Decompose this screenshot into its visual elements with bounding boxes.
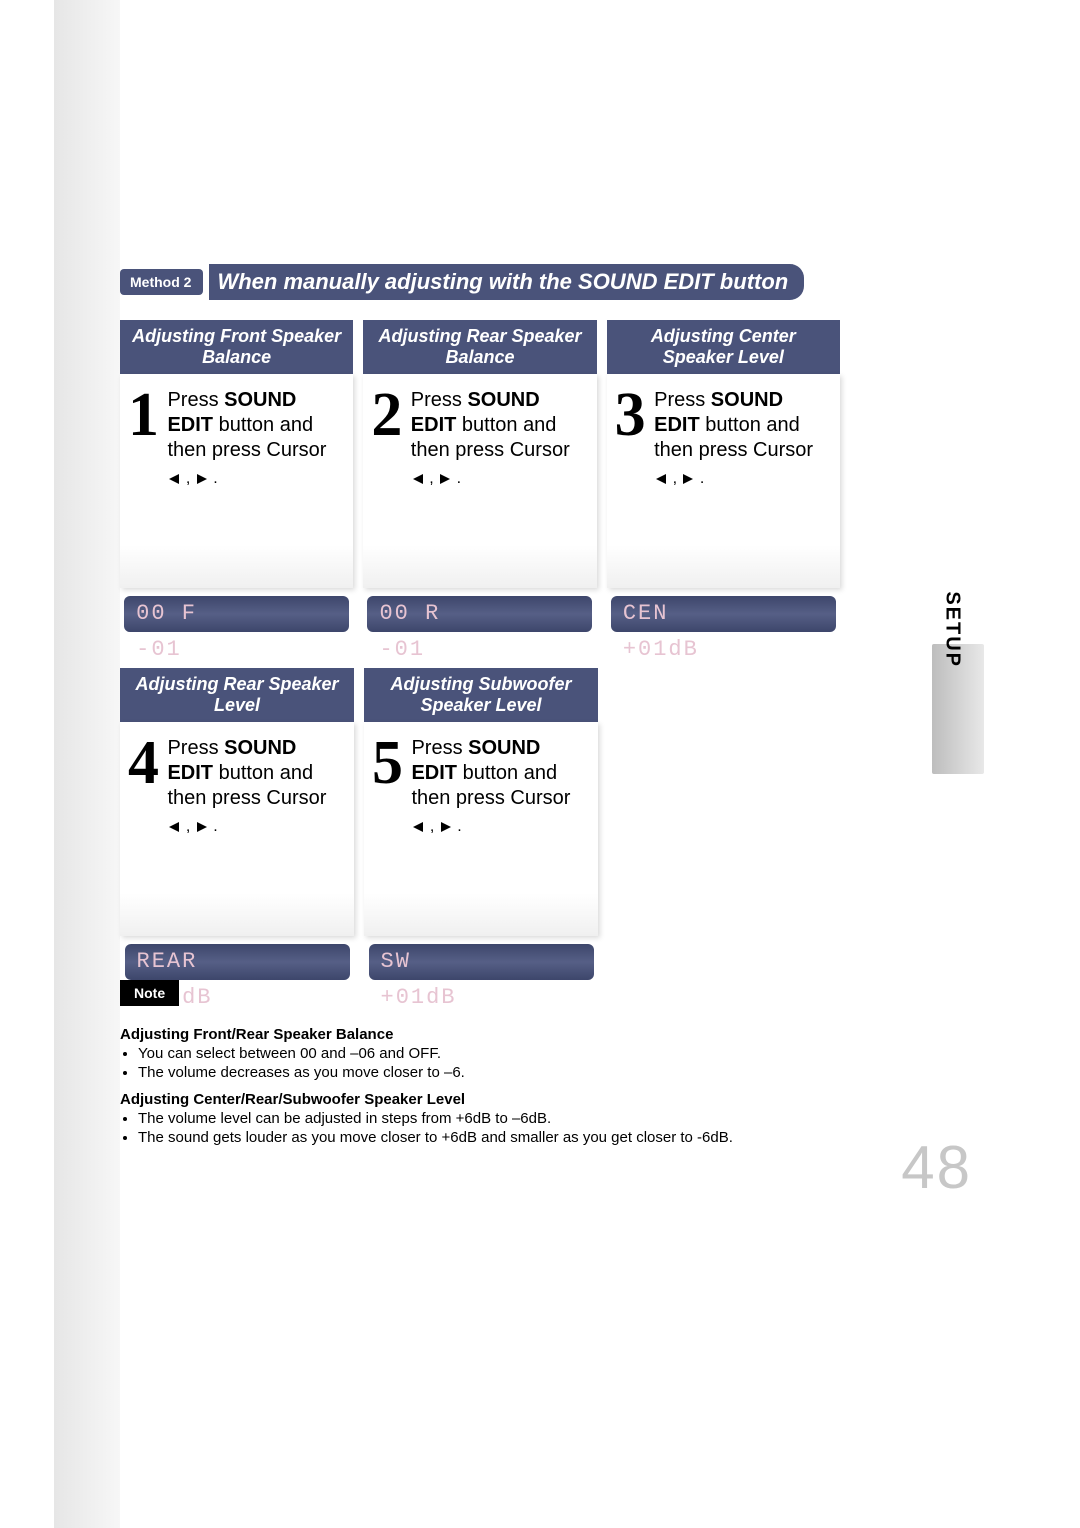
comma: , bbox=[429, 470, 438, 487]
note-heading-2: Adjusting Center/Rear/Subwoofer Speaker … bbox=[120, 1091, 900, 1108]
note-bullet: The sound gets louder as you move closer… bbox=[138, 1129, 900, 1146]
method-badge: Method 2 bbox=[120, 269, 203, 295]
cursor-suffix: . bbox=[700, 470, 704, 487]
step-number: 1 bbox=[128, 388, 159, 444]
cursor-suffix: . bbox=[457, 470, 461, 487]
step-number: 5 bbox=[372, 736, 403, 792]
cursor-left-icon bbox=[167, 473, 181, 485]
step-instruction: Press SOUNDEDIT button and then press Cu… bbox=[167, 388, 327, 490]
lcd-display: SW +01dB bbox=[369, 944, 594, 980]
cursor-arrows: , . bbox=[411, 817, 461, 837]
step-number: 3 bbox=[615, 388, 646, 444]
step-header: Adjusting Rear Speaker Balance bbox=[363, 320, 596, 374]
instr-bold-1: SOUND bbox=[468, 737, 540, 759]
display-right: -01 bbox=[379, 632, 467, 668]
steps-row-1: Adjusting Front Speaker Balance 1 Press … bbox=[120, 320, 840, 588]
cursor-right-icon bbox=[681, 473, 695, 485]
step-5: Adjusting Subwoofer Speaker Level 5 Pres… bbox=[364, 668, 598, 936]
instr-bold-1: SOUND bbox=[467, 389, 539, 411]
note-list-2: The volume level can be adjusted in step… bbox=[120, 1110, 900, 1146]
note-block: Note Adjusting Front/Rear Speaker Balanc… bbox=[120, 980, 900, 1156]
cursor-arrows: , . bbox=[167, 469, 217, 489]
note-label: Note bbox=[120, 980, 179, 1006]
cursor-left-icon bbox=[411, 821, 425, 833]
display-right: +01dB bbox=[623, 632, 711, 668]
step-2: Adjusting Rear Speaker Balance 2 Press S… bbox=[363, 320, 596, 588]
instr-bold-2: EDIT bbox=[654, 414, 700, 436]
steps-row-2: Adjusting Rear Speaker Level 4 Press SOU… bbox=[120, 668, 840, 936]
note-bullet: The volume decreases as you move closer … bbox=[138, 1064, 900, 1081]
cursor-left-icon bbox=[654, 473, 668, 485]
comma: , bbox=[430, 818, 439, 835]
display-left: CEN bbox=[623, 596, 728, 632]
step-4: Adjusting Rear Speaker Level 4 Press SOU… bbox=[120, 668, 354, 936]
instr-prefix: Press bbox=[411, 389, 468, 411]
instr-bold-1: SOUND bbox=[711, 389, 783, 411]
cursor-right-icon bbox=[438, 473, 452, 485]
cursor-suffix: . bbox=[457, 818, 461, 835]
section-tab-label: SETUP bbox=[941, 591, 964, 668]
step-body: 4 Press SOUNDEDIT button and then press … bbox=[120, 722, 354, 936]
instr-bold-2: EDIT bbox=[411, 414, 457, 436]
step-body: 5 Press SOUNDEDIT button and then press … bbox=[364, 722, 598, 936]
instr-prefix: Press bbox=[167, 737, 224, 759]
page-number: 48 bbox=[901, 1133, 972, 1202]
cursor-suffix: . bbox=[213, 470, 217, 487]
step-instruction: Press SOUNDEDIT button and then press Cu… bbox=[654, 388, 814, 490]
cursor-right-icon bbox=[439, 821, 453, 833]
step-number: 4 bbox=[128, 736, 159, 792]
manual-page: SETUP Method 2 When manually adjusting w… bbox=[0, 0, 1080, 1528]
step-header: Adjusting Center Speaker Level bbox=[607, 320, 840, 374]
cursor-arrows: , . bbox=[411, 469, 461, 489]
display-left: SW bbox=[381, 944, 486, 980]
step-1: Adjusting Front Speaker Balance 1 Press … bbox=[120, 320, 353, 588]
step-header: Adjusting Rear Speaker Level bbox=[120, 668, 354, 722]
step-instruction: Press SOUNDEDIT button and then press Cu… bbox=[167, 736, 327, 838]
comma: , bbox=[673, 470, 682, 487]
instr-prefix: Press bbox=[167, 389, 224, 411]
comma: , bbox=[186, 470, 195, 487]
display-left: REAR bbox=[137, 944, 242, 980]
cursor-right-icon bbox=[195, 821, 209, 833]
method-title: When manually adjusting with the SOUND E… bbox=[209, 264, 804, 300]
steps-container: Adjusting Front Speaker Balance 1 Press … bbox=[120, 320, 840, 976]
display-right: -01 bbox=[136, 632, 224, 668]
note-list-1: You can select between 00 and –06 and OF… bbox=[120, 1045, 900, 1081]
note-bullet: You can select between 00 and –06 and OF… bbox=[138, 1045, 900, 1062]
instr-bold-1: SOUND bbox=[224, 389, 296, 411]
step-header: Adjusting Front Speaker Balance bbox=[120, 320, 353, 374]
step-body: 2 Press SOUNDEDIT button and then press … bbox=[363, 374, 596, 588]
instr-prefix: Press bbox=[654, 389, 711, 411]
lcd-display: CEN +01dB bbox=[611, 596, 836, 632]
cursor-left-icon bbox=[411, 473, 425, 485]
comma: , bbox=[186, 818, 195, 835]
step-body: 1 Press SOUNDEDIT button and then press … bbox=[120, 374, 353, 588]
note-heading-1: Adjusting Front/Rear Speaker Balance bbox=[120, 1026, 900, 1043]
step-instruction: Press SOUNDEDIT button and then press Cu… bbox=[411, 736, 571, 838]
step-3: Adjusting Center Speaker Level 3 Press S… bbox=[607, 320, 840, 588]
instr-bold-2: EDIT bbox=[411, 762, 457, 784]
lcd-display: 00 R -01 bbox=[367, 596, 592, 632]
instr-bold-2: EDIT bbox=[167, 414, 213, 436]
display-left: 00 F bbox=[136, 596, 241, 632]
lcd-display: REAR -01dB bbox=[125, 944, 350, 980]
cursor-arrows: , . bbox=[654, 469, 704, 489]
lcd-display: 00 F -01 bbox=[124, 596, 349, 632]
cursor-right-icon bbox=[195, 473, 209, 485]
instr-bold-2: EDIT bbox=[167, 762, 213, 784]
note-bullet: The volume level can be adjusted in step… bbox=[138, 1110, 900, 1127]
cursor-arrows: , . bbox=[167, 817, 217, 837]
cursor-left-icon bbox=[167, 821, 181, 833]
step-body: 3 Press SOUNDEDIT button and then press … bbox=[607, 374, 840, 588]
method-heading: Method 2 When manually adjusting with th… bbox=[120, 264, 804, 300]
left-decorative-band bbox=[54, 0, 120, 1528]
instr-prefix: Press bbox=[411, 737, 468, 759]
step-header: Adjusting Subwoofer Speaker Level bbox=[364, 668, 598, 722]
instr-bold-1: SOUND bbox=[224, 737, 296, 759]
step-instruction: Press SOUNDEDIT button and then press Cu… bbox=[411, 388, 571, 490]
step-number: 2 bbox=[371, 388, 402, 444]
cursor-suffix: . bbox=[213, 818, 217, 835]
display-left: 00 R bbox=[379, 596, 484, 632]
